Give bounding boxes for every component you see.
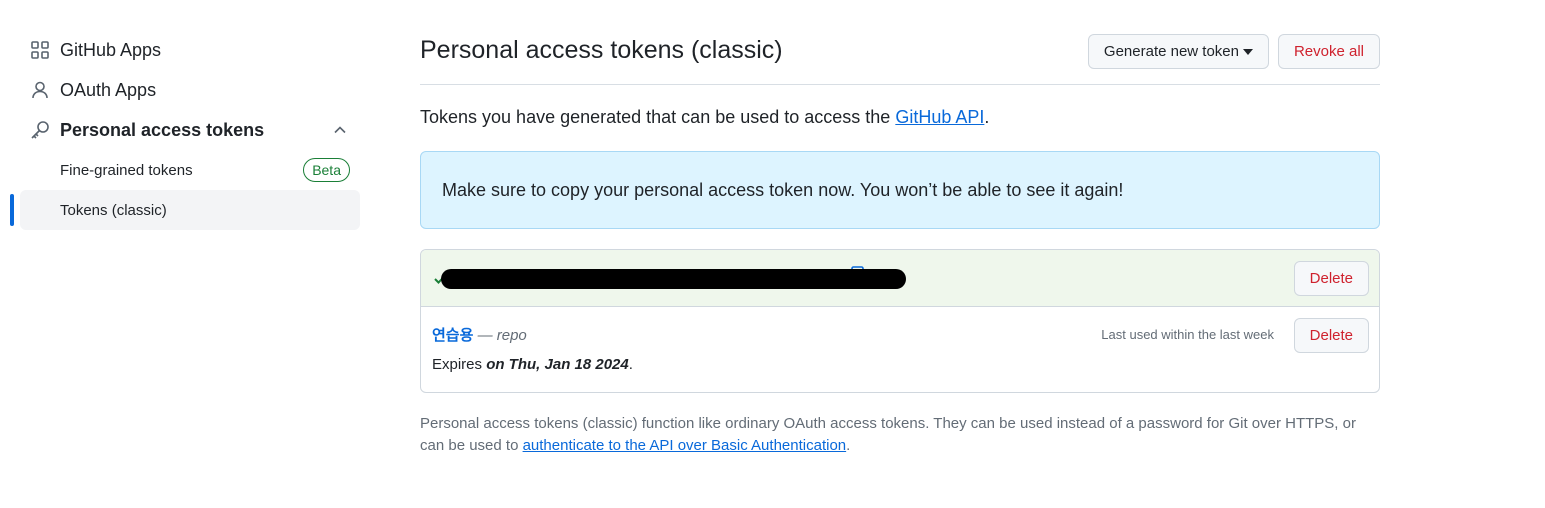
github-api-link[interactable]: GitHub API [895, 107, 984, 127]
delete-new-token-button[interactable]: Delete [1293, 261, 1369, 296]
expires-prefix: Expires [432, 356, 487, 373]
active-indicator [10, 194, 14, 226]
beta-badge: Beta [303, 158, 350, 182]
sidebar-item-label: GitHub Apps [60, 39, 162, 60]
delete-token-button[interactable]: Delete [1293, 318, 1369, 353]
sidebar-item-label: OAuth Apps [60, 79, 157, 100]
intro-text: Tokens you have generated that can be us… [420, 107, 989, 128]
redacted-token-value [441, 269, 906, 289]
sidebar-subitem-tokens-classic[interactable]: Tokens (classic) [10, 190, 360, 230]
sidebar-subitem-fine-grained-tokens[interactable]: Fine-grained tokens Beta [20, 150, 360, 190]
sidebar-item-label: Personal access tokens [60, 119, 265, 140]
sidebar-item-personal-access-tokens[interactable]: Personal access tokens [20, 110, 360, 150]
token-expiry: Expires on Thu, Jan 18 2024. [432, 356, 633, 373]
generate-new-token-button[interactable]: Generate new token [1087, 34, 1269, 69]
token-scope-separator: — [473, 327, 497, 344]
copy-token-flash: Make sure to copy your personal access t… [420, 151, 1380, 229]
token-list: Delete 연습용 — repo Last used within the l… [420, 249, 1380, 393]
token-row: 연습용 — repo Last used within the last wee… [421, 307, 1379, 392]
revoke-all-button[interactable]: Revoke all [1277, 34, 1380, 69]
sidebar-item-oauth-apps[interactable]: OAuth Apps [20, 70, 360, 110]
person-icon [30, 80, 50, 100]
new-token-row: Delete [421, 250, 1379, 307]
basic-auth-link[interactable]: authenticate to the API over Basic Authe… [523, 437, 847, 454]
intro-suffix: . [984, 107, 990, 127]
page-header: Personal access tokens (classic) Generat… [420, 30, 1380, 85]
apps-grid-icon [30, 40, 50, 60]
key-icon [30, 120, 50, 140]
caret-down-icon [1243, 49, 1253, 56]
footnote-text: Personal access tokens (classic) functio… [420, 413, 1380, 457]
expires-date: on Thu, Jan 18 2024 [486, 356, 629, 373]
footnote-suffix: . [846, 437, 851, 454]
generate-new-token-label: Generate new token [1103, 43, 1239, 60]
sidebar-item-github-apps[interactable]: GitHub Apps [20, 30, 360, 70]
page-title: Personal access tokens (classic) [420, 36, 783, 64]
chevron-up-icon[interactable] [332, 122, 348, 138]
sidebar-subitem-label: Tokens (classic) [60, 201, 167, 219]
expires-suffix: . [628, 356, 633, 373]
token-scope: repo [496, 327, 527, 344]
settings-sidebar: GitHub Apps OAuth Apps Personal access t… [10, 30, 360, 230]
last-used-text: Last used within the last week [1101, 327, 1274, 342]
main-content: Personal access tokens (classic) Generat… [420, 30, 1380, 454]
token-title: 연습용 — repo [432, 324, 527, 345]
intro-prefix: Tokens you have generated that can be us… [420, 107, 896, 127]
token-name-link[interactable]: 연습용 [432, 327, 473, 344]
sidebar-subitem-label: Fine-grained tokens [60, 161, 193, 179]
